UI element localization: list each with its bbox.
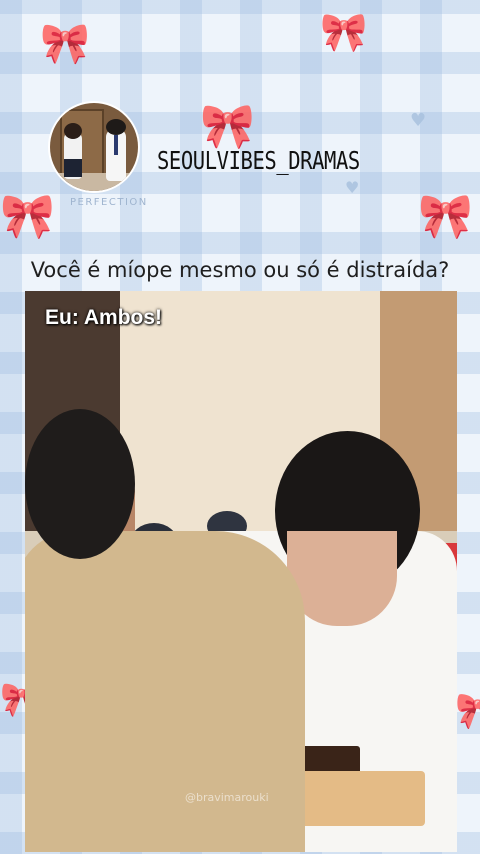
avatar-caption: PERFECTION xyxy=(70,197,148,208)
ribbon-bow-icon: 🎀 xyxy=(455,691,480,732)
profile-avatar[interactable] xyxy=(50,103,138,191)
avatar-hair-left xyxy=(64,123,82,139)
ribbon-bow-icon: 🎀 xyxy=(320,10,368,54)
ribbon-bow-icon: 🎀 xyxy=(418,191,473,242)
profile-handle[interactable]: SEOULVIBES_DRAMAS xyxy=(157,146,360,175)
video-overlay-text: Eu: Ambos! xyxy=(45,306,163,329)
post-question: Você é míope mesmo ou só é distraída? xyxy=(30,258,450,282)
avatar-hair-right xyxy=(106,119,126,135)
avatar-skirt xyxy=(64,159,82,177)
ribbon-bow-icon: 🎀 xyxy=(200,101,255,152)
video-watermark: @bravimarouki xyxy=(185,791,269,804)
ribbon-bow-icon: 🎀 xyxy=(40,21,90,67)
man-beige-shirt-hair xyxy=(25,409,135,559)
avatar-tie xyxy=(114,135,118,155)
ribbon-bow-icon: 🎀 xyxy=(0,191,55,242)
heart-icon: ♥ xyxy=(410,110,427,131)
heart-icon: ♥ xyxy=(345,178,360,197)
video-frame[interactable]: Eu: Ambos! @bravimarouki xyxy=(25,291,457,852)
